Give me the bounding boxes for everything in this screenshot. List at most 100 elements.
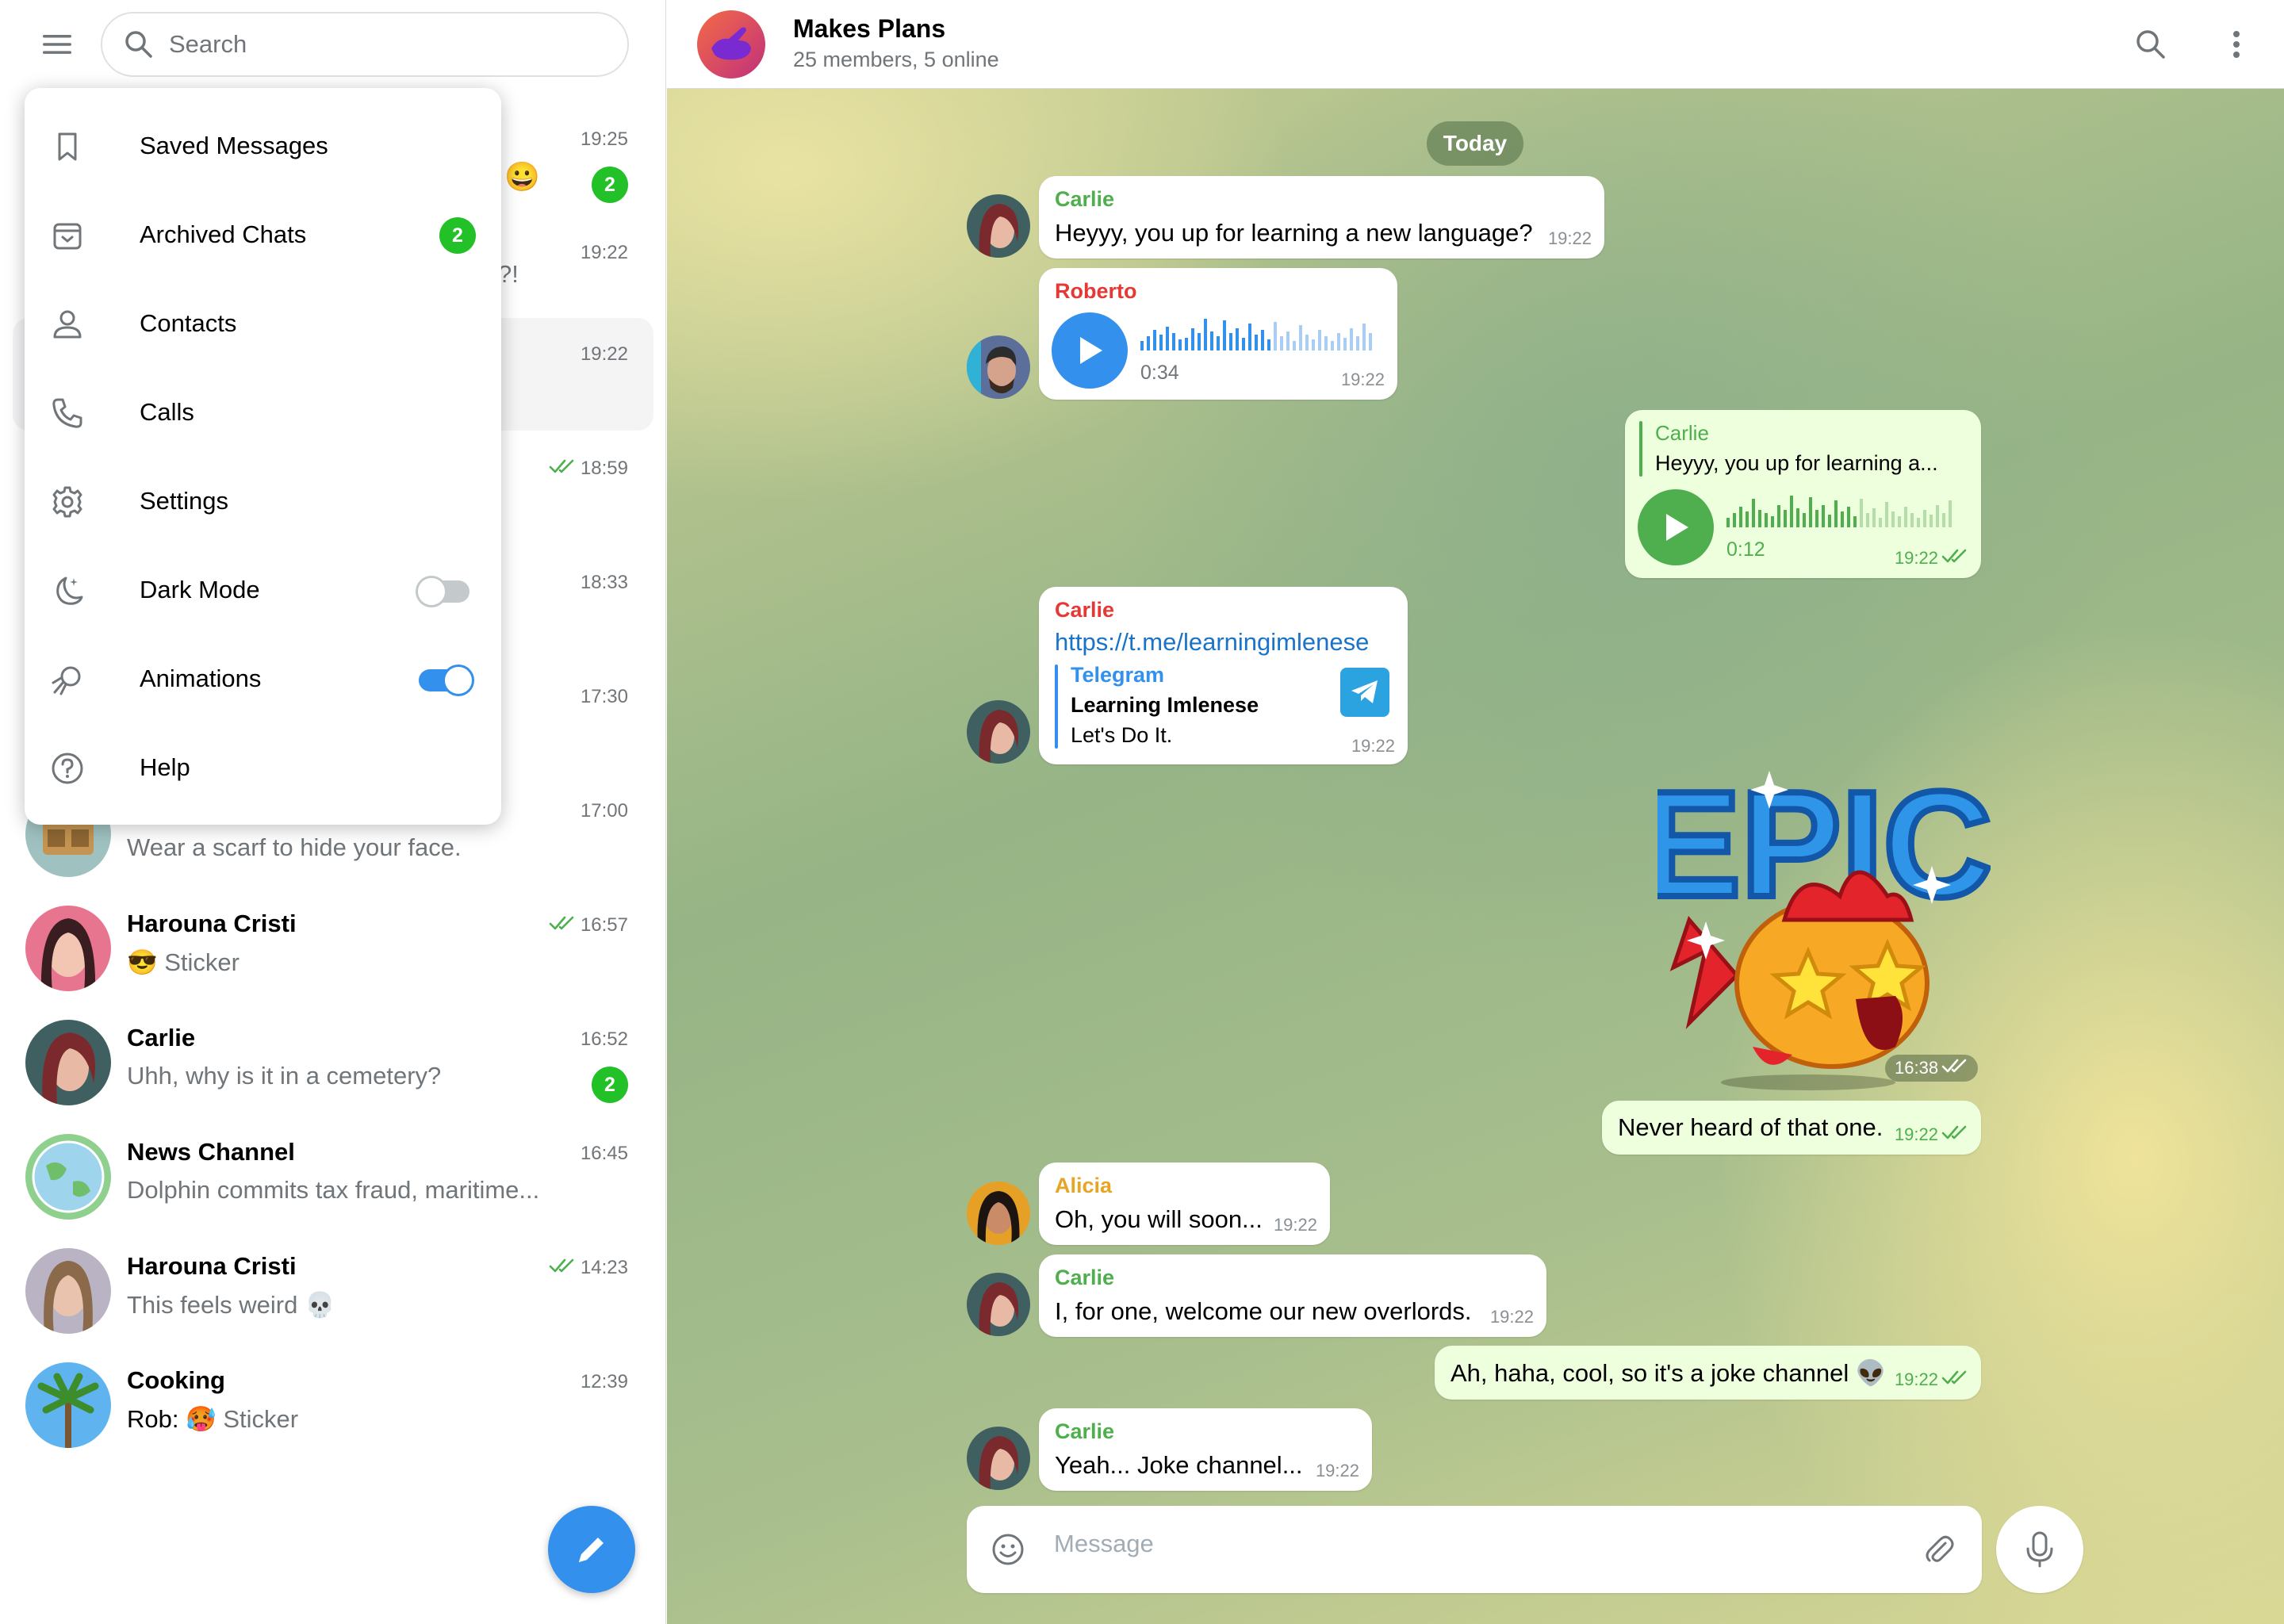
message-text: Oh, you will soon... <box>1055 1205 1263 1233</box>
new-message-button[interactable] <box>548 1506 635 1593</box>
record-voice-button[interactable] <box>1996 1506 2083 1593</box>
avatar <box>25 1020 111 1105</box>
emoji-icon[interactable] <box>991 1532 1025 1567</box>
chat-preview: Uhh, why is it in a cemetery? <box>127 1062 442 1090</box>
play-button[interactable] <box>1052 312 1128 389</box>
chat-time: 19:22 <box>580 242 628 263</box>
message-sender: Carlie <box>1055 1266 1115 1289</box>
sticker-time: 16:38 <box>1885 1055 1979 1082</box>
menu-item-label: Settings <box>140 487 229 515</box>
avatar[interactable] <box>967 1427 1030 1490</box>
sticker[interactable]: EPIC 16:38 <box>1637 757 1995 1094</box>
message-link[interactable]: https://t.me/learningimlenese <box>1055 628 1369 657</box>
waveform[interactable] <box>1140 312 1378 350</box>
chat-time: 16:45 <box>580 1143 628 1164</box>
message-bubble-outgoing[interactable]: Never heard of that one. 19:22 <box>1602 1101 1981 1155</box>
double-check-icon <box>1941 1058 1968 1078</box>
double-check-icon <box>1941 1124 1968 1145</box>
menu-item-settings[interactable]: Settings <box>25 458 501 546</box>
double-check-icon <box>549 1257 576 1279</box>
message-time: 19:22 <box>1315 1461 1359 1480</box>
waveform[interactable] <box>1726 489 1964 527</box>
unread-badge: 2 <box>592 167 628 203</box>
message-bubble[interactable]: Carlie Yeah... Joke channel... 19:22 <box>1039 1408 1372 1491</box>
message-time: 19:22 <box>1895 1369 1968 1390</box>
message-time: 19:22 <box>1340 370 1385 389</box>
menu-item-archived-chats[interactable]: Archived Chats 2 <box>25 191 501 280</box>
preview-emoji: 😀 <box>504 160 540 193</box>
message-time: 19:22 <box>1547 228 1592 248</box>
preview-description: Let's Do It. <box>1071 723 1173 747</box>
avatar[interactable] <box>967 335 1030 399</box>
message-bubble[interactable]: Alicia Oh, you will soon... 19:22 <box>1039 1162 1330 1245</box>
menu-item-dark-mode[interactable]: Dark Mode <box>25 546 501 635</box>
pencil-icon <box>574 1532 609 1567</box>
menu-item-animations[interactable]: Animations <box>25 635 501 724</box>
message-sender: Roberto <box>1055 279 1137 303</box>
list-item[interactable]: Harouna Cristi This feels weird 💀 14:23 <box>13 1231 653 1344</box>
chat-name: News Channel <box>127 1138 295 1166</box>
chat-name: Carlie <box>127 1024 196 1051</box>
chat-name: Harouna Cristi <box>127 1252 297 1280</box>
group-avatar[interactable] <box>697 10 765 79</box>
avatar[interactable] <box>967 700 1030 764</box>
avatar[interactable] <box>967 194 1030 258</box>
reply-bar <box>1639 421 1642 477</box>
menu-item-label: Calls <box>140 398 194 426</box>
message-bubble[interactable]: Carlie Heyyy, you up for learning a new … <box>1039 176 1604 259</box>
play-button[interactable] <box>1638 489 1714 565</box>
message-composer <box>967 1506 1982 1593</box>
chat-title[interactable]: Makes Plans <box>793 14 945 44</box>
list-item[interactable]: News Channel Dolphin commits tax fraud, … <box>13 1117 653 1230</box>
search-input[interactable] <box>169 30 581 59</box>
search-icon[interactable] <box>2130 24 2171 65</box>
preview-site: Telegram <box>1071 663 1165 687</box>
time-text: 18:59 <box>580 458 628 479</box>
chat-time: 19:25 <box>580 128 628 150</box>
avatar <box>25 1362 111 1448</box>
message-input[interactable] <box>1054 1530 1847 1558</box>
menu-item-label: Saved Messages <box>140 132 328 159</box>
voice-message[interactable]: Roberto 0:34 19:22 <box>1039 268 1397 400</box>
more-vertical-icon[interactable] <box>2216 24 2257 65</box>
chat-preview: This feels weird 💀 <box>127 1291 335 1319</box>
menu-item-help[interactable]: Help <box>25 724 501 813</box>
link-message[interactable]: Carlie https://t.me/learningimlenese Tel… <box>1039 587 1408 764</box>
time-text: 16:38 <box>1895 1058 1939 1078</box>
message-time: 19:22 <box>1489 1307 1534 1327</box>
message-time: 19:22 <box>1895 1124 1968 1145</box>
list-item[interactable]: Harouna Cristi 😎 Sticker 16:57 <box>13 889 653 1002</box>
voice-message-outgoing[interactable]: Carlie Heyyy, you up for learning a... 0… <box>1625 410 1981 578</box>
time-text: 14:23 <box>580 1257 628 1278</box>
chat-time: 18:33 <box>580 572 628 593</box>
person-icon <box>50 307 85 342</box>
dark-mode-toggle[interactable] <box>416 576 469 607</box>
avatar[interactable] <box>967 1273 1030 1336</box>
archived-badge: 2 <box>439 217 476 254</box>
menu-item-label: Archived Chats <box>140 220 307 248</box>
avatar[interactable] <box>967 1182 1030 1245</box>
menu-item-saved-messages[interactable]: Saved Messages <box>25 102 501 191</box>
menu-icon[interactable] <box>35 27 79 62</box>
message-sender: Carlie <box>1055 598 1115 622</box>
message-time: 19:22 <box>1273 1215 1317 1235</box>
date-divider: Today <box>1427 121 1523 166</box>
list-item[interactable]: Cooking Rob: 🥵 Sticker 12:39 <box>13 1346 653 1458</box>
attach-icon[interactable] <box>1922 1532 1956 1567</box>
menu-item-calls[interactable]: Calls <box>25 369 501 458</box>
message-text: Yeah... Joke channel... <box>1055 1451 1303 1479</box>
time-text: 16:57 <box>580 914 628 936</box>
search-box <box>101 12 629 77</box>
animation-icon <box>50 662 85 697</box>
menu-item-label: Contacts <box>140 309 237 337</box>
preview-text: 🥵 Sticker <box>186 1405 299 1433</box>
animations-toggle[interactable] <box>419 665 474 696</box>
message-bubble[interactable]: Carlie I, for one, welcome our new overl… <box>1039 1254 1546 1337</box>
preview-title: Learning Imlenese <box>1071 693 1259 717</box>
message-bubble-outgoing[interactable]: Ah, haha, cool, so it's a joke channel 👽… <box>1435 1346 1981 1400</box>
message-sender: Carlie <box>1055 1419 1115 1443</box>
reply-text: Heyyy, you up for learning a... <box>1655 451 1938 475</box>
menu-item-contacts[interactable]: Contacts <box>25 280 501 369</box>
list-item[interactable]: Carlie Uhh, why is it in a cemetery? 16:… <box>13 1003 653 1116</box>
preview-sender: Rob: <box>127 1405 179 1433</box>
